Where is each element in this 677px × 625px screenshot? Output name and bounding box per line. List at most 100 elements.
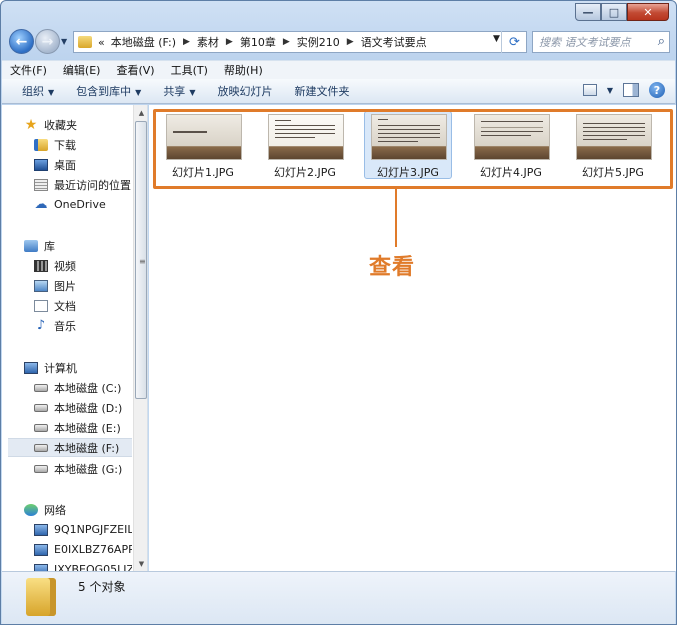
search-icon[interactable]: ⌕ [658, 34, 665, 49]
nav-drive-g[interactable]: 本地磁盘 (G:) [34, 459, 147, 478]
arrow-right-icon: → [41, 33, 54, 50]
scroll-down-arrow-icon[interactable]: ▼ [134, 556, 147, 571]
nav-videos[interactable]: 视频 [34, 256, 147, 275]
command-bar-right: ▼ ? [582, 82, 665, 98]
nav-drive-f[interactable]: 本地磁盘 (F:) [8, 438, 132, 457]
breadcrumb-drive[interactable]: 本地磁盘 (F:) [111, 34, 176, 50]
help-icon[interactable]: ? [649, 82, 665, 98]
drive-icon [34, 383, 48, 392]
network-icon [24, 503, 38, 516]
chevron-down-icon: ▼ [48, 88, 55, 97]
change-view-icon[interactable] [582, 84, 597, 96]
breadcrumb-example[interactable]: 实例210 [297, 34, 340, 50]
menu-bar: 文件(F) 编辑(E) 查看(V) 工具(T) 帮助(H) [2, 60, 675, 79]
caption-buttons: — □ ✕ [575, 3, 669, 21]
search-input[interactable]: 搜索 语文考试要点 ⌕ [532, 31, 670, 53]
chevron-right-icon[interactable]: ▶ [183, 37, 190, 47]
nav-recent[interactable]: 最近访问的位置 [34, 175, 147, 194]
drive-icon [34, 443, 48, 452]
close-button[interactable]: ✕ [627, 3, 669, 21]
view-options-dropdown[interactable]: ▼ [607, 86, 613, 95]
new-folder-button[interactable]: 新建文件夹 [283, 83, 360, 99]
search-placeholder: 搜索 语文考试要点 [539, 36, 631, 49]
recent-pages-dropdown[interactable]: ▼ [61, 37, 67, 46]
scroll-up-arrow-icon[interactable]: ▲ [134, 105, 147, 120]
downloads-folder-icon [34, 138, 48, 151]
nav-libraries[interactable]: 库 [24, 236, 147, 255]
maximize-button[interactable]: □ [601, 3, 627, 21]
minimize-button[interactable]: — [575, 3, 601, 21]
desktop-icon [34, 158, 48, 171]
menu-view[interactable]: 查看(V) [108, 62, 162, 78]
network-computer-icon [34, 523, 48, 536]
music-note-icon: ♪ [36, 317, 46, 333]
nav-favorites[interactable]: ★ 收藏夹 [24, 115, 147, 134]
breadcrumb-current[interactable]: 语文考试要点 [361, 34, 427, 50]
share-button[interactable]: 共享 ▼ [152, 83, 206, 99]
refresh-icon: ⟳ [509, 34, 520, 50]
cloud-icon: ☁ [34, 196, 48, 212]
menu-file[interactable]: 文件(F) [2, 62, 55, 78]
nav-onedrive[interactable]: ☁ OneDrive [34, 195, 147, 214]
slideshow-button[interactable]: 放映幻灯片 [206, 83, 283, 99]
drive-icon [34, 423, 48, 432]
nav-network-pc-1[interactable]: 9Q1NPGJFZEIL5 [34, 520, 132, 539]
address-bar[interactable]: « 本地磁盘 (F:) ▶ 素材 ▶ 第10章 ▶ 实例210 ▶ 语文考试要点 [73, 31, 527, 53]
grip-icon: ≡ [139, 257, 146, 266]
nav-downloads[interactable]: 下载 [34, 135, 147, 154]
item-count: 5 个对象 [78, 580, 126, 594]
breadcrumb-chapter[interactable]: 第10章 [240, 34, 276, 50]
nav-drive-e[interactable]: 本地磁盘 (E:) [34, 418, 147, 437]
preview-pane-icon[interactable] [623, 83, 639, 97]
annotation-label: 查看 [369, 255, 416, 280]
menu-edit[interactable]: 编辑(E) [55, 62, 109, 78]
overflow-chevron[interactable]: « [98, 36, 105, 49]
folder-icon [26, 578, 56, 616]
nav-network[interactable]: 网络 [24, 500, 147, 519]
arrow-left-icon: ← [15, 33, 28, 50]
folder-icon [78, 36, 92, 48]
breadcrumb-material[interactable]: 素材 [197, 34, 219, 50]
nav-pictures[interactable]: 图片 [34, 276, 147, 295]
nav-music[interactable]: ♪ 音乐 [34, 316, 147, 335]
address-dropdown[interactable]: ▼ [493, 34, 500, 44]
file-list: 幻灯片1.JPG 幻灯片2.JPG 幻灯片3.JPG 幻灯片4.JPG 幻灯片5… [149, 105, 676, 571]
drive-icon [34, 464, 48, 473]
back-button[interactable]: ← [9, 29, 34, 54]
chevron-right-icon[interactable]: ▶ [347, 37, 354, 47]
annotation-line [395, 189, 397, 247]
library-icon [24, 239, 38, 252]
drive-icon [34, 403, 48, 412]
recent-places-icon [34, 178, 48, 191]
network-computer-icon [34, 563, 48, 571]
nav-desktop[interactable]: 桌面 [34, 155, 147, 174]
navigation-pane: ★ 收藏夹 下载 桌面 最近访问的位置 ☁ OneDrive 库 视频 图片 文档 … [2, 105, 148, 571]
chevron-down-icon: ▼ [135, 88, 142, 97]
annotation-highlight-box [153, 109, 673, 189]
refresh-button[interactable]: ⟳ [501, 31, 527, 53]
command-bar: 组织 ▼ 包含到库中 ▼ 共享 ▼ 放映幻灯片 新建文件夹 ▼ ? [2, 79, 675, 104]
nav-drive-d[interactable]: 本地磁盘 (D:) [34, 398, 147, 417]
computer-icon [24, 361, 38, 374]
menu-tools[interactable]: 工具(T) [163, 62, 216, 78]
chevron-right-icon[interactable]: ▶ [283, 37, 290, 47]
document-icon [34, 299, 48, 312]
chevron-down-icon: ▼ [189, 88, 196, 97]
navigation-row: ← → ▼ « 本地磁盘 (F:) ▶ 素材 ▶ 第10章 ▶ 实例210 ▶ … [7, 28, 670, 56]
menu-help[interactable]: 帮助(H) [216, 62, 271, 78]
network-computer-icon [34, 543, 48, 556]
nav-drive-c[interactable]: 本地磁盘 (C:) [34, 378, 147, 397]
picture-icon [34, 279, 48, 292]
star-icon: ★ [24, 116, 38, 133]
nav-scrollbar[interactable]: ▲ ≡ ▼ [133, 105, 147, 571]
include-library-button[interactable]: 包含到库中 ▼ [65, 83, 152, 99]
organize-button[interactable]: 组织 ▼ [2, 83, 65, 99]
nav-documents[interactable]: 文档 [34, 296, 147, 315]
nav-network-pc-2[interactable]: E0IXLBZ76APPJ [34, 540, 132, 559]
explorer-window: — □ ✕ ← → ▼ « 本地磁盘 (F:) ▶ 素材 ▶ 第10章 ▶ 实例… [0, 0, 677, 625]
forward-button[interactable]: → [35, 29, 60, 54]
nav-computer[interactable]: 计算机 [24, 358, 147, 377]
chevron-right-icon[interactable]: ▶ [226, 37, 233, 47]
scroll-thumb[interactable]: ≡ [135, 121, 147, 399]
nav-network-pc-3[interactable]: IXYBEOG05LIZI [34, 560, 132, 571]
